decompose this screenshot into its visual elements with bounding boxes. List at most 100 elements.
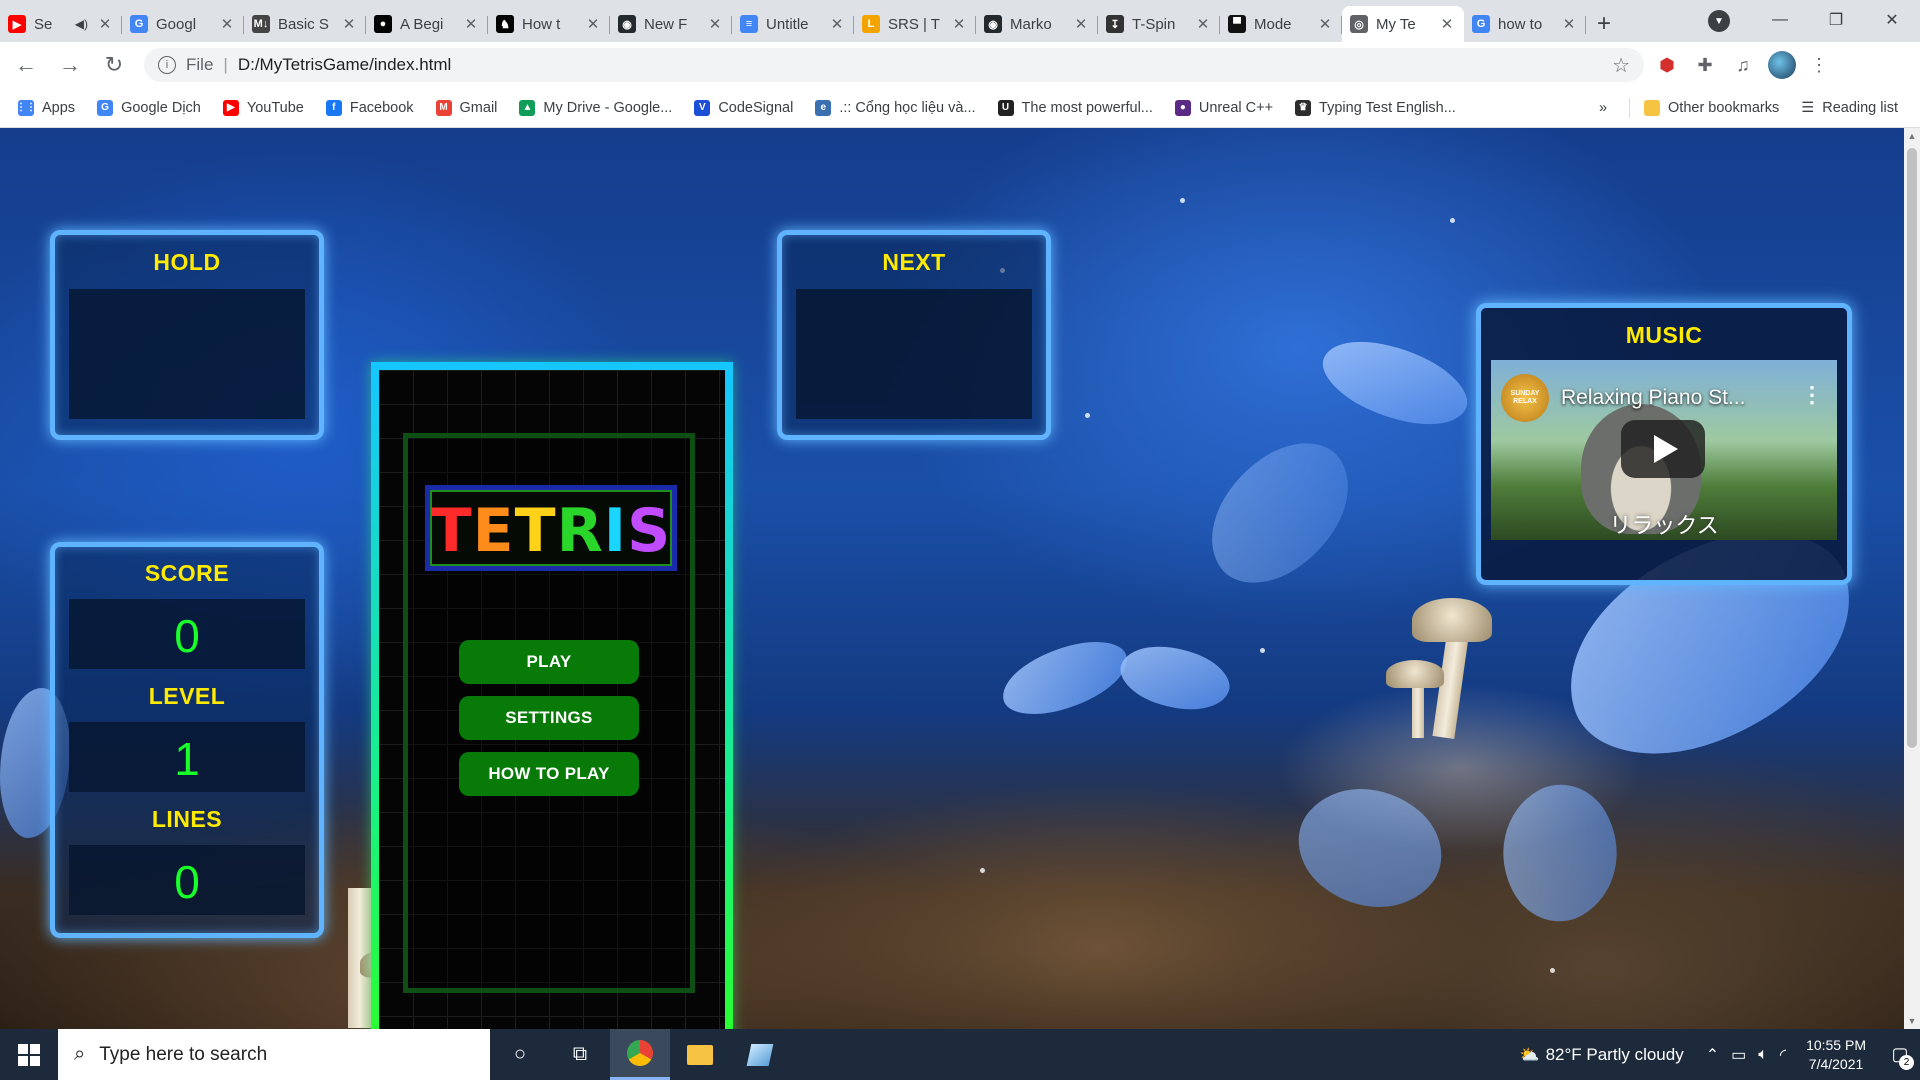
chrome-taskbar-icon[interactable] — [610, 1029, 670, 1080]
close-window-icon[interactable]: ✕ — [1864, 0, 1920, 40]
video-more-icon[interactable]: ⋮ — [1801, 382, 1823, 408]
channel-avatar[interactable]: SUNDAY RELAX — [1501, 374, 1549, 422]
next-preview — [796, 289, 1032, 419]
bookmark-item[interactable]: ● Unreal C++ — [1174, 99, 1273, 116]
tab-close-icon[interactable]: ✕ — [1316, 15, 1334, 33]
tab-close-icon[interactable]: ✕ — [950, 15, 968, 33]
music-panel: MUSIC SUNDAY RELAX Relaxing Piano St... … — [1476, 303, 1852, 585]
tab-search-icon[interactable]: ▼ — [1708, 10, 1730, 32]
tab-close-icon[interactable]: ✕ — [218, 15, 236, 33]
tab-close-icon[interactable]: ✕ — [1560, 15, 1578, 33]
info-icon[interactable]: i — [158, 56, 176, 74]
tab-favicon-icon: ▀ — [1228, 15, 1246, 33]
play-video-icon[interactable] — [1621, 420, 1705, 478]
scroll-down-icon[interactable]: ▼ — [1904, 1013, 1920, 1029]
page-scrollbar[interactable]: ▲ ▼ — [1904, 128, 1920, 1029]
tab-close-icon[interactable]: ✕ — [1072, 15, 1090, 33]
new-tab-icon[interactable]: + — [1586, 6, 1622, 42]
tab-close-icon[interactable]: ✕ — [462, 15, 480, 33]
tab-close-icon[interactable]: ✕ — [828, 15, 846, 33]
bookmark-item[interactable]: ♛ Typing Test English... — [1295, 99, 1456, 116]
start-button[interactable] — [0, 1029, 58, 1080]
bookmark-star-icon[interactable]: ☆ — [1612, 53, 1630, 78]
bookmark-favicon-icon: G — [97, 99, 114, 116]
profile-avatar[interactable] — [1768, 51, 1796, 79]
play-button[interactable]: PLAY — [459, 640, 639, 684]
tab-close-icon[interactable]: ✕ — [584, 15, 602, 33]
cortana-icon[interactable]: ○ — [490, 1029, 550, 1080]
weather-icon[interactable]: ⛅ — [1520, 1045, 1540, 1065]
reading-list[interactable]: ☰ Reading list — [1801, 100, 1898, 116]
bookmark-item[interactable]: e .:: Cổng học liệu và... — [815, 99, 976, 116]
reload-icon[interactable]: ↻ — [96, 47, 132, 83]
bookmark-item[interactable]: U The most powerful... — [997, 99, 1153, 116]
tab-close-icon[interactable]: ✕ — [1194, 15, 1212, 33]
browser-tab[interactable]: ◎ My Te ✕ — [1342, 6, 1464, 42]
tab-title: SRS | T — [888, 15, 940, 33]
browser-tab[interactable]: L SRS | T ✕ — [854, 6, 976, 42]
hold-panel: HOLD — [50, 230, 324, 440]
browser-tab[interactable]: M↓ Basic S ✕ — [244, 6, 366, 42]
scrollbar-thumb[interactable] — [1907, 148, 1917, 748]
show-hidden-icons-icon[interactable]: ⌃ — [1706, 1045, 1719, 1065]
game-page: HOLD NEXT SCORE 0 LEVEL 1 LINES 0 TETRIS… — [0, 128, 1904, 1029]
youtube-embed[interactable]: SUNDAY RELAX Relaxing Piano St... ⋮ リラック… — [1491, 360, 1837, 540]
app-taskbar-icon[interactable] — [730, 1029, 790, 1080]
bookmarks-overflow-icon[interactable]: » — [1599, 100, 1607, 116]
browser-tab[interactable]: ◉ New F ✕ — [610, 6, 732, 42]
maximize-icon[interactable]: ❐ — [1808, 0, 1864, 40]
how-to-play-button[interactable]: HOW TO PLAY — [459, 752, 639, 796]
browser-tab[interactable]: ◉ Marko ✕ — [976, 6, 1098, 42]
taskbar-clock[interactable]: 10:55 PM 7/4/2021 — [1806, 1036, 1866, 1074]
tab-favicon-icon: G — [130, 15, 148, 33]
browser-tab[interactable]: ▀ Mode ✕ — [1220, 6, 1342, 42]
browser-tab[interactable]: ▶ Se ◀) ✕ — [0, 6, 122, 42]
minimize-icon[interactable]: — — [1752, 0, 1808, 40]
battery-icon[interactable]: ▭ — [1731, 1045, 1746, 1065]
scroll-up-icon[interactable]: ▲ — [1904, 128, 1920, 144]
bookmark-item[interactable]: ⋮⋮ Apps — [16, 99, 75, 116]
tab-close-icon[interactable]: ✕ — [96, 15, 114, 33]
bookmark-item[interactable]: M Gmail — [435, 99, 497, 116]
adblock-extension-icon[interactable]: ⬢ — [1652, 50, 1682, 80]
bookmark-item[interactable]: V CodeSignal — [694, 99, 793, 116]
speaker-icon[interactable]: ◀) — [75, 17, 88, 31]
bookmark-favicon-icon: V — [694, 99, 711, 116]
browser-tab[interactable]: ♞ How t ✕ — [488, 6, 610, 42]
tab-close-icon[interactable]: ✕ — [340, 15, 358, 33]
browser-tab[interactable]: Ghow to ✕ — [1464, 6, 1586, 42]
browser-tab[interactable]: ● A Begi ✕ — [366, 6, 488, 42]
taskbar-search[interactable]: ⌕ Type here to search — [58, 1029, 490, 1080]
volume-icon[interactable]: 🔈︎ — [1758, 1046, 1768, 1064]
tab-title: Se — [34, 15, 53, 33]
browser-tab[interactable]: G Googl ✕ — [122, 6, 244, 42]
bookmark-item[interactable]: ▲ My Drive - Google... — [519, 99, 672, 116]
level-title: LEVEL — [148, 683, 226, 709]
bookmark-favicon-icon: ● — [1174, 99, 1191, 116]
browser-tab[interactable]: ≡ Untitle ✕ — [732, 6, 854, 42]
back-icon[interactable]: ← — [8, 47, 44, 83]
tab-close-icon[interactable]: ✕ — [1438, 15, 1456, 33]
notifications-icon[interactable]: ▢ 2 — [1880, 1029, 1920, 1080]
task-view-icon[interactable]: ⧉ — [550, 1029, 610, 1080]
tab-close-icon[interactable]: ✕ — [706, 15, 724, 33]
video-title[interactable]: Relaxing Piano St... — [1561, 386, 1745, 410]
bookmark-favicon-icon: f — [325, 99, 342, 116]
menu-kebab-icon[interactable]: ⋮ — [1804, 50, 1834, 80]
next-title: NEXT — [882, 249, 946, 275]
logo-letter: R — [556, 496, 604, 566]
network-icon[interactable]: ◜ — [1780, 1045, 1786, 1065]
bookmark-item[interactable]: G Google Dịch — [97, 99, 201, 116]
file-explorer-icon[interactable] — [670, 1029, 730, 1080]
extensions-puzzle-icon[interactable]: ✚ — [1690, 50, 1720, 80]
other-bookmarks[interactable]: Other bookmarks — [1644, 99, 1779, 116]
forward-icon[interactable]: → — [52, 47, 88, 83]
bookmark-item[interactable]: f Facebook — [325, 99, 414, 116]
media-control-icon[interactable]: ♫ — [1728, 50, 1758, 80]
tetris-logo: TETRIS — [430, 496, 672, 566]
address-bar[interactable]: i File | D:/MyTetrisGame/index.html ☆ — [144, 48, 1644, 82]
weather-text[interactable]: 82°F Partly cloudy — [1546, 1045, 1684, 1065]
browser-tab[interactable]: ↧ T-Spin ✕ — [1098, 6, 1220, 42]
settings-button[interactable]: SETTINGS — [459, 696, 639, 740]
bookmark-item[interactable]: ▶ YouTube — [222, 99, 304, 116]
